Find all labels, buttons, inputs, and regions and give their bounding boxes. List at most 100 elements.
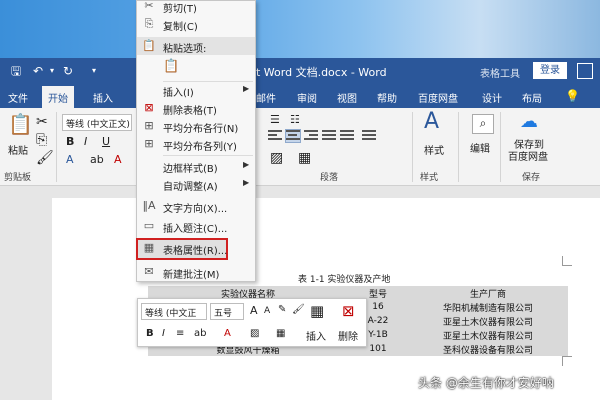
cell-manufacturer[interactable]: 圣科仪器设备有限公司 xyxy=(408,342,568,356)
mini-shading-icon[interactable]: ▨ xyxy=(250,328,259,339)
caption-icon: ▭ xyxy=(143,219,155,232)
cut-icon[interactable]: ✂ xyxy=(36,114,48,130)
font-color-icon[interactable]: A xyxy=(114,152,122,168)
redo-icon[interactable]: ↻ xyxy=(60,63,76,79)
tab-baidu-netdisk[interactable]: 百度网盘 xyxy=(418,90,458,105)
menu-item-label: 插入(I) xyxy=(163,88,194,99)
tab-view[interactable]: 视图 xyxy=(337,90,357,105)
editing-button[interactable]: 编辑 xyxy=(470,140,490,155)
save-icon[interactable]: 🖫 xyxy=(8,63,24,79)
distributed-icon[interactable] xyxy=(340,130,354,142)
grow-font-icon[interactable]: A xyxy=(250,304,258,317)
menu-item-label: 边框样式(B) xyxy=(163,164,218,175)
menu-item-distribute-rows[interactable]: ⊞ 平均分布各行(N) xyxy=(137,117,255,135)
borders-icon[interactable]: ▦ xyxy=(298,150,311,166)
mini-font-size-combobox[interactable]: 五号 xyxy=(210,303,244,320)
menu-item-distribute-cols[interactable]: ⊞ 平均分布各列(Y) xyxy=(137,135,255,153)
bullets-icon[interactable]: ☰ xyxy=(270,112,280,128)
document-title: t Word 文档.docx - Word xyxy=(256,66,387,79)
mini-insert-button[interactable]: 插入 xyxy=(306,328,326,343)
tab-table-design[interactable]: 设计 xyxy=(482,90,502,105)
menu-item-copy[interactable]: ⎘ 复制(C) xyxy=(137,15,255,33)
mini-highlight-icon[interactable]: ab xyxy=(194,328,206,339)
styles-icon[interactable]: A xyxy=(424,111,439,133)
highlight-icon[interactable]: ab xyxy=(90,152,104,168)
mini-bold-icon[interactable]: B xyxy=(146,328,154,339)
align-left-icon[interactable] xyxy=(268,130,282,142)
table-tools-label: 表格工具 xyxy=(480,69,520,80)
lightbulb-icon[interactable]: 💡 xyxy=(565,89,580,103)
login-button[interactable]: 登录 xyxy=(533,62,567,79)
paste-keep-formatting-option[interactable]: 📋 xyxy=(137,57,255,79)
menu-item-label: 复制(C) xyxy=(163,22,198,33)
paste-icon[interactable]: 📋 xyxy=(8,114,33,134)
styles-group-label: 样式 xyxy=(420,173,439,183)
justify-icon[interactable] xyxy=(322,130,336,142)
ribbon-home: 📋 粘贴 ✂ ⎘ 🖌 剪贴板 等线 (中文正文) B I U A ab A ▨ … xyxy=(0,108,600,186)
copy-icon[interactable]: ⎘ xyxy=(36,132,47,148)
restore-window-button[interactable] xyxy=(577,63,593,79)
menu-item-label: 删除表格(T) xyxy=(163,106,217,117)
mini-borders-icon[interactable]: ▦ xyxy=(276,328,285,339)
menu-item-text-direction[interactable]: ‖A 文字方向(X)... xyxy=(137,197,255,215)
undo-dropdown-icon[interactable]: ▾ xyxy=(44,63,60,79)
distribute-cols-icon: ⊞ xyxy=(144,137,154,150)
insert-table-icon[interactable]: ▦ xyxy=(310,302,324,320)
menu-item-delete-table[interactable]: ⊠ 删除表格(T) xyxy=(137,99,255,117)
tab-home[interactable]: 开始 xyxy=(42,86,74,108)
menu-item-label: 插入题注(C)... xyxy=(163,224,228,235)
cell-manufacturer[interactable]: 华阳机械制造有限公司 xyxy=(408,300,568,314)
italic-icon[interactable]: I xyxy=(84,134,87,150)
menu-item-table-properties[interactable]: ▦ 表格属性(R)... xyxy=(136,238,228,260)
tab-help[interactable]: 帮助 xyxy=(377,90,397,105)
mini-align-icon[interactable]: ≡ xyxy=(176,328,184,339)
format-painter-icon[interactable]: 🖌 xyxy=(36,150,54,166)
save-to-netdisk-label-2[interactable]: 百度网盘 xyxy=(508,148,548,163)
delete-table-icon[interactable]: ⊠ xyxy=(342,302,355,320)
align-right-icon[interactable] xyxy=(304,130,318,142)
menu-item-border-styles[interactable]: 边框样式(B) ▶ xyxy=(137,157,255,175)
menu-item-insert-caption[interactable]: ▭ 插入题注(C)... xyxy=(137,217,255,235)
ribbon-divider xyxy=(56,112,57,182)
line-spacing-icon[interactable] xyxy=(362,130,376,142)
menu-item-autofit[interactable]: 自动调整(A) ▶ xyxy=(137,175,255,193)
bold-icon[interactable]: B xyxy=(66,134,74,150)
mini-italic-icon[interactable]: I xyxy=(162,328,165,339)
menu-item-insert[interactable]: 插入(I) ▶ xyxy=(137,81,255,99)
tab-file[interactable]: 文件 xyxy=(8,90,28,105)
submenu-arrow-icon: ▶ xyxy=(243,84,250,93)
tab-review[interactable]: 审阅 xyxy=(297,90,317,105)
customize-quick-access-icon[interactable]: ▾ xyxy=(86,63,102,79)
submenu-arrow-icon: ▶ xyxy=(243,178,250,187)
styles-button[interactable]: 样式 xyxy=(424,142,444,157)
tab-insert[interactable]: 插入 xyxy=(93,90,113,105)
shrink-font-icon[interactable]: A xyxy=(264,306,270,316)
watermark-text: 头条 @余生有你才安好呐 xyxy=(418,376,554,390)
page-crop-mark xyxy=(562,256,572,266)
mini-delete-button[interactable]: 删除 xyxy=(338,328,358,343)
submenu-arrow-icon: ▶ xyxy=(243,160,250,169)
tab-mailings[interactable]: 邮件 xyxy=(256,90,276,105)
paste-icon: 📋 xyxy=(142,39,156,52)
mini-font-name-combobox[interactable]: 等线 (中文正 xyxy=(141,303,207,320)
header-manufacturer[interactable]: 生产厂商 xyxy=(408,286,568,300)
text-effects-icon[interactable]: A xyxy=(66,152,74,168)
align-center-icon[interactable] xyxy=(285,129,301,143)
font-name-combobox[interactable]: 等线 (中文正文) xyxy=(62,114,132,131)
underline-icon[interactable]: U xyxy=(102,134,110,150)
menu-item-new-comment[interactable]: ✉ 新建批注(M) xyxy=(137,263,255,281)
text-direction-icon: ‖A xyxy=(142,199,156,212)
paste-button[interactable]: 粘贴 xyxy=(8,142,28,157)
clear-format-icon[interactable]: ✎ xyxy=(278,304,286,315)
tab-table-layout[interactable]: 布局 xyxy=(522,90,542,105)
mini-font-color-icon[interactable]: A xyxy=(224,328,231,339)
numbering-icon[interactable]: ☷ xyxy=(290,112,300,128)
baidu-netdisk-icon[interactable]: ☁ xyxy=(520,113,538,131)
cell-manufacturer[interactable]: 亚星土木仪器有限公司 xyxy=(408,314,568,328)
cell-manufacturer[interactable]: 亚星土木仪器有限公司 xyxy=(408,328,568,342)
find-icon[interactable]: ⌕ xyxy=(472,114,494,134)
shading-icon[interactable]: ▨ xyxy=(270,150,283,166)
menu-item-cut[interactable]: ✂ 剪切(T) xyxy=(137,0,255,15)
format-painter-icon[interactable]: 🖌 xyxy=(292,304,305,315)
mini-toolbar: 等线 (中文正 五号 A A ✎ 🖌 ▦ ⊠ B I ≡ ab A ▨ ▦ 插入… xyxy=(137,298,367,347)
